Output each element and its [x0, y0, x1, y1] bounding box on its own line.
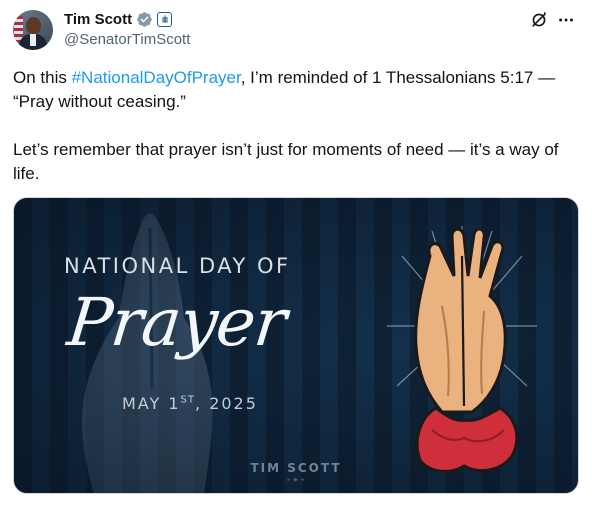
praying-hands-icon	[387, 226, 537, 473]
image-date: MAY 1ST, 2025	[122, 394, 258, 413]
name-row: Tim Scott	[64, 9, 190, 29]
tweet-paragraph-1: On this #NationalDayOfPrayer, I’m remind…	[13, 66, 581, 90]
more-icon[interactable]	[556, 10, 576, 30]
hashtag-link[interactable]: #NationalDayOfPrayer	[72, 68, 241, 87]
date-main: MAY 1	[122, 394, 181, 413]
grok-icon[interactable]	[529, 10, 549, 30]
avatar-head	[26, 17, 41, 34]
date-superscript: ST	[180, 394, 196, 406]
tweet-header: Tim Scott @SenatorTimScott	[13, 8, 579, 52]
government-badge-icon[interactable]	[157, 11, 173, 27]
author-info: Tim Scott @SenatorTimScott	[64, 9, 190, 49]
avatar-shirt	[30, 34, 36, 46]
author-handle[interactable]: @SenatorTimScott	[64, 31, 190, 48]
image-brand: TIM SCOTT	[250, 461, 342, 475]
tweet-text-lead: On this	[13, 68, 72, 87]
tweet-text-rest: , I’m reminded of 1 Thessalonians 5:17 —	[240, 68, 556, 87]
tweet-paragraph-2: Let’s remember that prayer isn’t just fo…	[13, 140, 559, 183]
display-name[interactable]: Tim Scott	[64, 11, 132, 28]
tweet-media-image[interactable]: NATIONAL DAY OF Prayer MAY 1ST, 2025 TIM…	[13, 197, 579, 494]
image-script-title: Prayer	[63, 284, 290, 361]
image-heading: NATIONAL DAY OF	[64, 254, 291, 278]
tweet-quote: “Pray without ceasing.”	[13, 92, 186, 111]
image-brand-emblem: ▸ ◆ ◂	[287, 477, 305, 483]
date-year: , 2025	[195, 394, 258, 413]
verified-badge-icon[interactable]	[136, 11, 153, 28]
tweet-text: On this #NationalDayOfPrayer, I’m remind…	[13, 66, 581, 186]
avatar[interactable]	[13, 10, 53, 50]
